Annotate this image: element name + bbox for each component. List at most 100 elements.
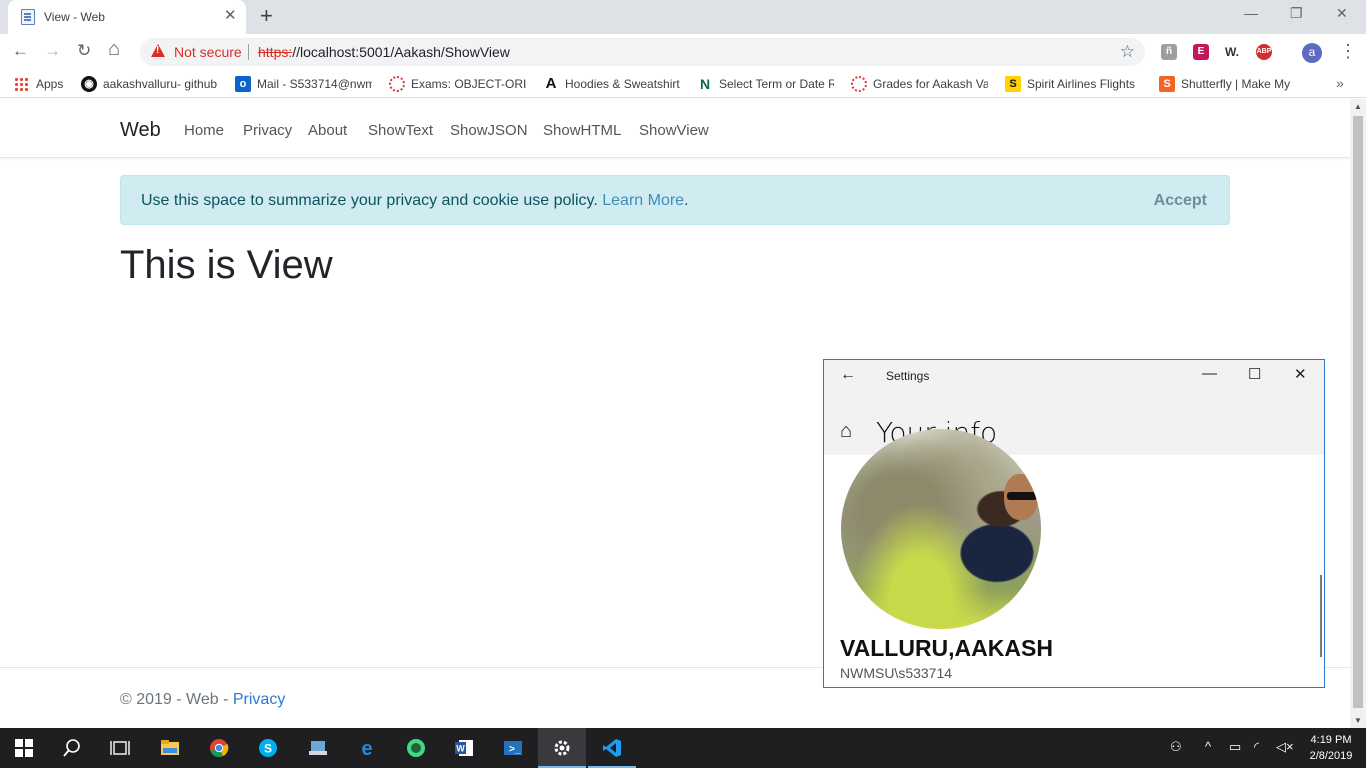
taskbar-vscode[interactable] — [588, 728, 636, 768]
word-icon: W — [455, 740, 473, 756]
taskbar-skype[interactable]: S — [244, 728, 292, 768]
svg-text:S: S — [264, 742, 272, 756]
network-app-icon — [309, 741, 327, 755]
wifi-icon[interactable]: ◜ — [1254, 739, 1259, 755]
settings-scrollbar[interactable] — [1320, 575, 1322, 657]
settings-content: VALLURU,AAKASH NWMSU\s533714 — [824, 429, 1324, 687]
taskbar-word[interactable]: W — [440, 728, 488, 768]
show-hidden-icons-icon[interactable]: ^ — [1205, 739, 1211, 754]
store-logo-icon: A — [545, 76, 557, 92]
search-icon — [63, 739, 80, 757]
vscode-icon — [603, 739, 621, 757]
profile-avatar[interactable]: a — [1302, 43, 1322, 63]
android-studio-icon — [407, 739, 425, 757]
nav-showhtml[interactable]: ShowHTML — [543, 122, 621, 139]
battery-icon[interactable]: ▭ — [1229, 739, 1241, 755]
start-button[interactable] — [0, 728, 48, 768]
window-restore-button[interactable]: ❐ — [1290, 5, 1303, 22]
bookmark-spirit[interactable]: S Spirit Airlines Flights — [1005, 76, 1142, 92]
bookmark-grades[interactable]: Grades for Aakash Valluru — [851, 76, 988, 92]
scroll-up-icon[interactable]: ▲ — [1354, 102, 1362, 111]
system-clock[interactable]: 4:19 PM 2/8/2019 — [1300, 732, 1362, 764]
bookmark-label: Exams: OBJECT-ORIENTED — [411, 77, 526, 91]
nav-showview[interactable]: ShowView — [639, 122, 709, 139]
taskbar-powershell[interactable]: >_ — [489, 728, 537, 768]
taskbar-settings[interactable] — [538, 728, 586, 768]
nav-privacy[interactable]: Privacy — [243, 122, 292, 139]
bookmark-exams[interactable]: Exams: OBJECT-ORIENTED — [389, 76, 526, 92]
bookmark-mail[interactable]: o Mail - S533714@nwmissouri.edu — [235, 76, 372, 92]
bookmark-hoodies[interactable]: A Hoodies & Sweatshirts — [543, 76, 680, 92]
github-icon: ◉ — [81, 76, 97, 92]
volume-muted-icon[interactable]: ◁× — [1276, 739, 1294, 755]
nav-about[interactable]: About — [308, 122, 347, 139]
taskbar-android-studio[interactable] — [392, 728, 440, 768]
settings-close-button[interactable]: ✕ — [1294, 365, 1307, 383]
browser-tab[interactable]: View - Web ✕ — [8, 0, 246, 34]
url-path: //localhost:5001/Aakash/ShowView — [292, 44, 510, 60]
bookmark-apps[interactable]: Apps — [14, 76, 74, 92]
nav-home[interactable]: Home — [184, 122, 224, 139]
accept-button[interactable]: Accept — [1154, 192, 1207, 210]
taskbar-chrome[interactable] — [195, 728, 243, 768]
browser-toolbar: ← → ↻ ⌂ Not secure https://localhost:500… — [0, 34, 1366, 70]
user-avatar — [841, 429, 1041, 629]
taskbar-network-app[interactable] — [294, 728, 342, 768]
bookmarks-overflow-icon[interactable]: » — [1336, 75, 1344, 91]
page-title: This is View — [120, 243, 333, 287]
reload-button[interactable]: ↻ — [77, 41, 91, 61]
url-scheme: https: — [258, 44, 293, 60]
northwest-icon: N — [699, 76, 711, 92]
scrollbar-thumb[interactable] — [1353, 116, 1363, 708]
site-navbar: Web Home Privacy About ShowText ShowJSON… — [0, 99, 1350, 158]
settings-back-icon[interactable]: ← — [840, 366, 856, 384]
forward-button[interactable]: → — [44, 41, 61, 61]
settings-maximize-button[interactable]: ☐ — [1248, 365, 1261, 383]
scroll-down-icon[interactable]: ▼ — [1354, 716, 1362, 725]
bookmark-label: Shutterfly | Make My — [1181, 77, 1291, 91]
shutterfly-icon: S — [1159, 76, 1175, 92]
footer-privacy-link[interactable]: Privacy — [233, 691, 285, 708]
extension-2-icon[interactable]: E — [1193, 44, 1209, 60]
browser-menu-icon[interactable]: ⋮ — [1339, 41, 1357, 61]
clock-date: 2/8/2019 — [1309, 750, 1353, 762]
url-text[interactable]: https://localhost:5001/Aakash/ShowView — [258, 44, 510, 60]
taskbar-edge[interactable]: e — [343, 728, 391, 768]
security-indicator[interactable]: Not secure — [174, 44, 242, 60]
settings-minimize-button[interactable]: — — [1202, 365, 1217, 382]
bookmark-label: Grades for Aakash Valluru — [873, 77, 988, 91]
home-button[interactable]: ⌂ — [108, 39, 120, 59]
task-view-icon — [110, 741, 130, 755]
home-icon[interactable]: ⌂ — [840, 420, 852, 443]
bookmark-shutterfly[interactable]: S Shutterfly | Make My — [1159, 76, 1296, 92]
user-display-name: VALLURU,AAKASH — [840, 635, 1053, 661]
window-minimize-button[interactable]: — — [1244, 5, 1258, 21]
nav-showjson[interactable]: ShowJSON — [450, 122, 528, 139]
bookmark-label: Apps — [36, 76, 64, 91]
people-icon[interactable]: ⚇ — [1170, 739, 1182, 755]
taskbar-search-button[interactable] — [48, 728, 96, 768]
user-account-id: NWMSU\s533714 — [840, 665, 953, 681]
bookmark-select-term[interactable]: N Select Term or Date Range — [697, 76, 834, 92]
new-tab-button[interactable]: + — [260, 5, 273, 27]
bookmark-label: aakashvalluru- github — [103, 77, 218, 91]
page-scrollbar[interactable]: ▲ ▼ — [1350, 99, 1366, 728]
extension-1-icon[interactable]: ñ — [1161, 44, 1177, 60]
adblock-icon[interactable]: ABP — [1256, 44, 1272, 60]
nav-showtext[interactable]: ShowText — [368, 122, 433, 139]
site-brand[interactable]: Web — [120, 119, 161, 142]
cookie-message: Use this space to summarize your privacy… — [141, 192, 689, 210]
task-view-button[interactable] — [96, 728, 144, 768]
taskbar-file-explorer[interactable] — [146, 728, 194, 768]
learn-more-link[interactable]: Learn More — [602, 192, 684, 209]
bookmark-star-icon[interactable]: ☆ — [1120, 42, 1135, 62]
bookmark-github[interactable]: ◉ aakashvalluru- github — [81, 76, 218, 92]
address-bar[interactable]: Not secure https://localhost:5001/Aakash… — [140, 38, 1145, 66]
extension-3-icon[interactable]: W. — [1224, 44, 1240, 60]
back-button[interactable]: ← — [12, 41, 29, 61]
bookmark-label: Hoodies & Sweatshirts — [565, 77, 680, 91]
tab-title: View - Web — [44, 10, 105, 24]
tab-close-icon[interactable]: ✕ — [224, 8, 237, 24]
chrome-icon — [210, 739, 229, 757]
window-close-button[interactable]: ✕ — [1336, 5, 1348, 22]
